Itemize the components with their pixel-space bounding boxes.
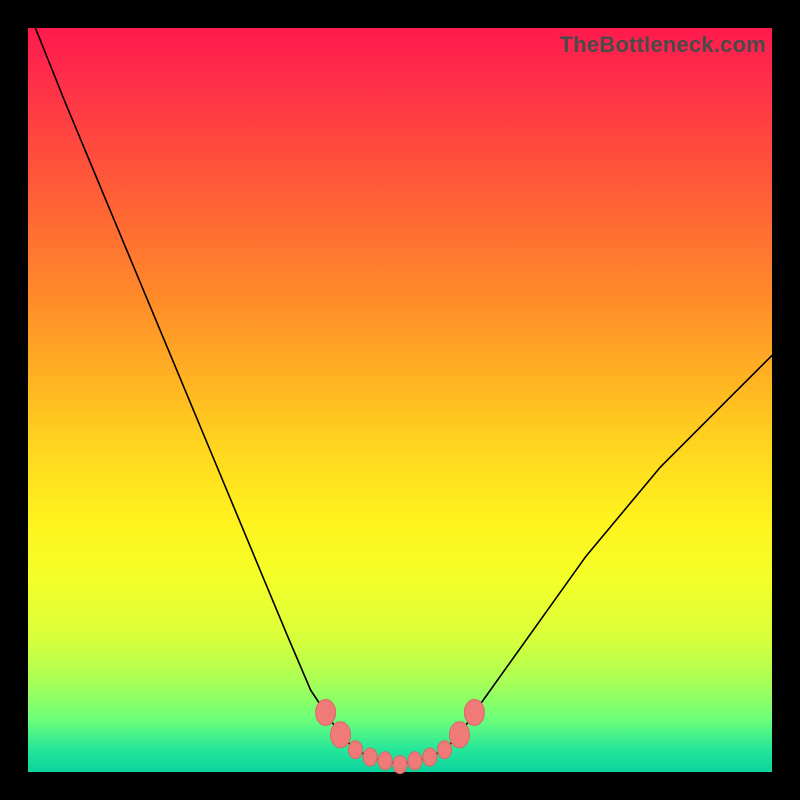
curve-svg	[28, 28, 772, 772]
marker-point	[450, 722, 470, 748]
marker-point	[408, 752, 422, 770]
marker-point	[378, 752, 392, 770]
marker-point	[331, 722, 351, 748]
marker-point	[423, 748, 437, 766]
marker-point	[464, 700, 484, 726]
marker-point	[438, 741, 452, 759]
marker-point	[393, 756, 407, 774]
marker-point	[363, 748, 377, 766]
marker-point	[348, 741, 362, 759]
bottleneck-curve	[35, 28, 772, 765]
chart-frame: TheBottleneck.com	[0, 0, 800, 800]
marker-group	[316, 700, 485, 774]
plot-area: TheBottleneck.com	[28, 28, 772, 772]
marker-point	[316, 700, 336, 726]
